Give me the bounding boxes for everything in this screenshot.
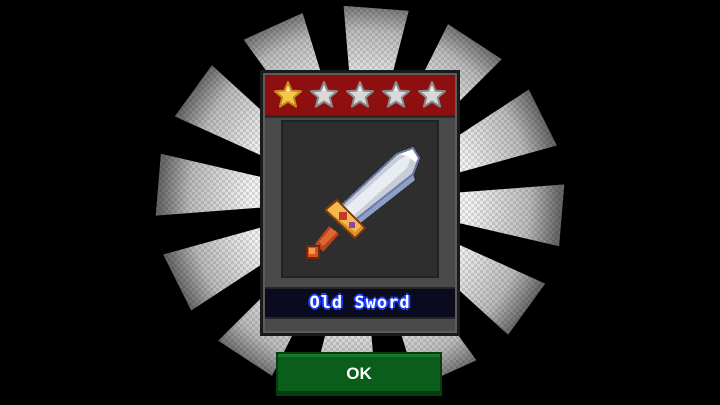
light-ray-dither <box>155 153 263 216</box>
ok-button[interactable]: OK <box>276 352 442 396</box>
sword-icon <box>306 146 421 259</box>
item-image-frame <box>281 120 439 278</box>
star-filled-icon <box>273 80 303 110</box>
star-empty-icon <box>345 80 375 110</box>
rarity-star-bar <box>265 75 455 118</box>
item-reward-card: Old Sword <box>260 70 460 336</box>
item-name-strip: Old Sword <box>265 287 455 319</box>
light-ray-dither <box>457 184 565 247</box>
item-name: Old Sword <box>309 293 411 313</box>
star-empty-icon <box>309 80 339 110</box>
reward-screen: Old Sword OK <box>0 0 720 405</box>
star-empty-icon <box>417 80 447 110</box>
star-empty-icon <box>381 80 411 110</box>
